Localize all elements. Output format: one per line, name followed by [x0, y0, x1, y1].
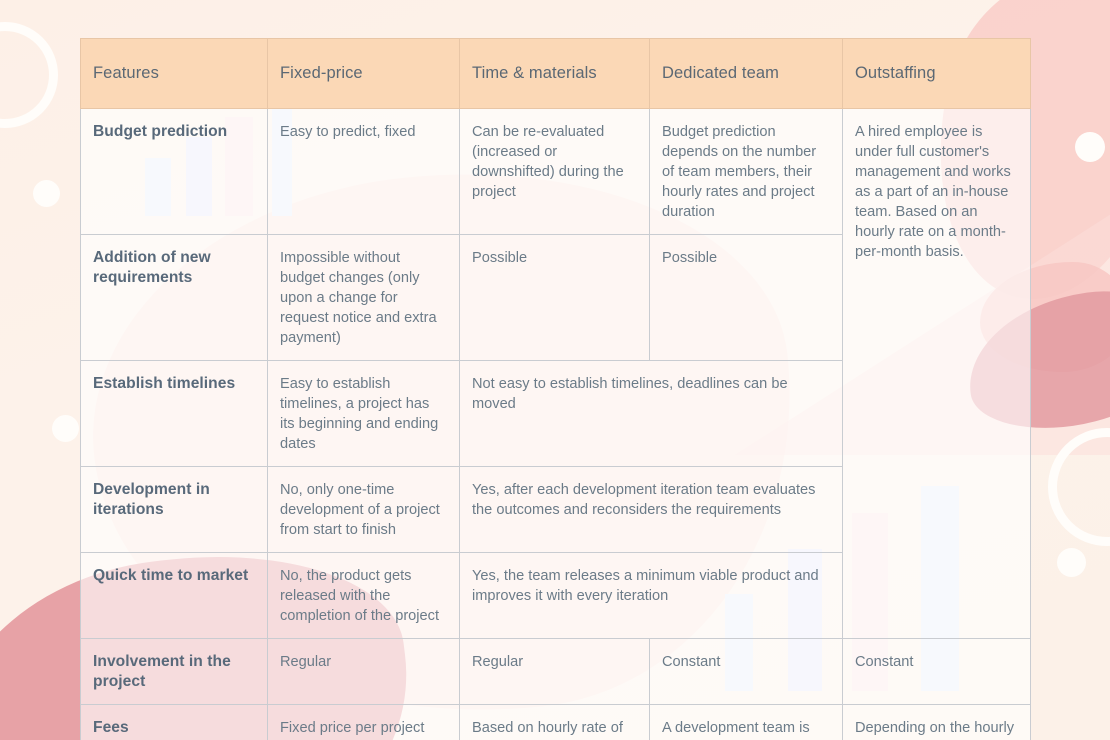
row-feature-label: Budget prediction: [80, 108, 268, 235]
cell-time-materials: Possible: [459, 234, 650, 361]
row-feature-label: Addition of new requirements: [80, 234, 268, 361]
decorative-ring-top-left: [0, 22, 58, 128]
engagement-models-comparison-table: Features Fixed-price Time & materials De…: [80, 38, 1031, 740]
column-header-dedicated-team: Dedicated team: [649, 38, 843, 109]
table-row: Fees Fixed price per project Based on ho…: [80, 704, 1031, 740]
decorative-dot-left-upper: [33, 180, 60, 207]
cell-fixed-price: Regular: [267, 638, 460, 705]
row-feature-label: Involvement in the project: [80, 638, 268, 705]
cell-fixed-price: Easy to establish timelines, a project h…: [267, 360, 460, 467]
decorative-dot-left-lower: [52, 415, 79, 442]
cell-time-materials: Based on hourly rate of team members and…: [459, 704, 650, 740]
row-feature-label: Development in iterations: [80, 466, 268, 553]
cell-fixed-price: Impossible without budget changes (only …: [267, 234, 460, 361]
decorative-dot-right-upper: [1075, 132, 1105, 162]
cell-dedicated-team: A development team is paid a monthly sal…: [649, 704, 843, 740]
table-header-row: Features Fixed-price Time & materials De…: [80, 38, 1031, 109]
row-feature-label: Quick time to market: [80, 552, 268, 639]
cell-time-materials-dedicated-team-merged: Yes, the team releases a minimum viable …: [459, 552, 843, 639]
cell-dedicated-team: Constant: [649, 638, 843, 705]
cell-time-materials: Regular: [459, 638, 650, 705]
cell-time-materials-dedicated-team-merged: Yes, after each development iteration te…: [459, 466, 843, 553]
page-canvas: Features Fixed-price Time & materials De…: [0, 0, 1110, 740]
column-header-features: Features: [80, 38, 268, 109]
comparison-table-container: Features Fixed-price Time & materials De…: [80, 38, 1031, 740]
cell-fixed-price: No, only one-time development of a proje…: [267, 466, 460, 553]
cell-outstaffing: Depending on the hourly rate: [842, 704, 1031, 740]
column-header-outstaffing: Outstaffing: [842, 38, 1031, 109]
cell-time-materials: Can be re-evaluated (increased or downsh…: [459, 108, 650, 235]
table-body: Budget prediction Easy to predict, fixed…: [80, 108, 1031, 740]
cell-fixed-price: No, the product gets released with the c…: [267, 552, 460, 639]
cell-time-materials-dedicated-team-merged: Not easy to establish timelines, deadlin…: [459, 360, 843, 467]
cell-dedicated-team: Budget prediction depends on the number …: [649, 108, 843, 235]
cell-fixed-price: Easy to predict, fixed: [267, 108, 460, 235]
row-feature-label: Establish timelines: [80, 360, 268, 467]
table-row: Budget prediction Easy to predict, fixed…: [80, 108, 1031, 639]
decorative-dot-right-lower: [1057, 548, 1086, 577]
column-header-fixed-price: Fixed-price: [267, 38, 460, 109]
cell-outstaffing: Constant: [842, 638, 1031, 705]
table-row: Involvement in the project Regular Regul…: [80, 638, 1031, 705]
decorative-ring-bottom-right: [1048, 428, 1110, 546]
cell-fixed-price: Fixed price per project: [267, 704, 460, 740]
cell-outstaffing-merged: A hired employee is under full customer'…: [842, 108, 1031, 639]
cell-dedicated-team: Possible: [649, 234, 843, 361]
column-header-time-materials: Time & materials: [459, 38, 650, 109]
table-header: Features Fixed-price Time & materials De…: [80, 38, 1031, 109]
row-feature-label: Fees: [80, 704, 268, 740]
